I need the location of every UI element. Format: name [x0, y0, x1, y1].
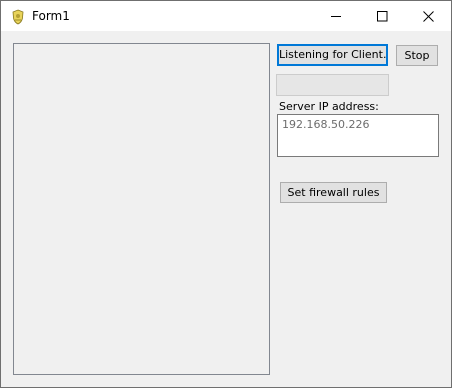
title-bar[interactable]: Form1 — [1, 1, 451, 31]
listen-button[interactable]: Listening for Client... — [277, 44, 388, 66]
minimize-button[interactable] — [313, 1, 359, 31]
server-ip-label: Server IP address: — [279, 100, 379, 113]
set-firewall-rules-button[interactable]: Set firewall rules — [280, 182, 387, 203]
main-window: Form1 Listening for Client... Stop Serve… — [0, 0, 452, 388]
window-title: Form1 — [32, 9, 70, 23]
close-button[interactable] — [405, 1, 451, 31]
server-ip-value: 192.168.50.226 — [282, 118, 370, 131]
server-ip-textbox[interactable]: 192.168.50.226 — [277, 114, 439, 157]
close-icon — [423, 11, 434, 22]
maximize-icon — [377, 11, 388, 22]
message-listbox[interactable] — [13, 43, 270, 375]
stop-button[interactable]: Stop — [396, 45, 438, 66]
maximize-button[interactable] — [359, 1, 405, 31]
minimize-icon — [331, 16, 341, 17]
status-field — [276, 74, 389, 96]
shield-crest-icon — [10, 9, 26, 25]
